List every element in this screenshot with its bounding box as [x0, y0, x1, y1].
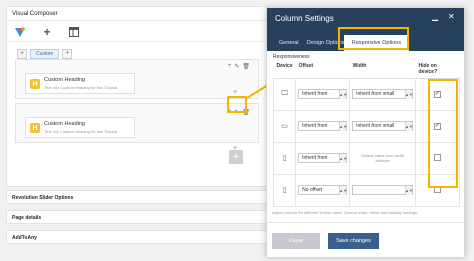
tab-general[interactable]: General: [275, 35, 303, 51]
offset-value: Inherit from: [302, 91, 328, 97]
modal-title: Column Settings: [275, 14, 334, 23]
column-header-hide: Hide on device?: [415, 61, 460, 79]
column-header-device: Device: [273, 61, 296, 79]
offset-select[interactable]: Inherit from ▲▼: [298, 153, 348, 163]
width-select[interactable]: ▲▼: [352, 185, 414, 195]
modal-footer: Close Save changes: [267, 222, 464, 257]
width-select[interactable]: Inherit from small ▲▼: [352, 89, 414, 99]
save-changes-button[interactable]: Save changes: [328, 233, 379, 249]
close-icon[interactable]: ✕: [448, 12, 455, 21]
column-header-offset: Offset: [295, 61, 350, 79]
offset-value: No offset: [302, 187, 323, 193]
column-header-width: Width: [349, 61, 416, 79]
chevron-down-icon: ▲▼: [339, 185, 348, 195]
responsive-tab-highlight: [338, 27, 409, 50]
width-value: Inherit from small: [356, 91, 395, 97]
chevron-down-icon: ▲▼: [405, 89, 413, 99]
chevron-down-icon: ▲▼: [339, 121, 348, 131]
tablet-landscape-icon: ▭: [281, 123, 288, 130]
offset-value: Inherit from: [302, 123, 328, 129]
chevron-down-icon: ▲▼: [405, 121, 413, 131]
chevron-down-icon: ▲▼: [339, 89, 348, 99]
hide-column-highlight: [428, 79, 458, 188]
tablet-portrait-icon: ▯: [282, 155, 287, 162]
screenshot-stage: Visual Composer + + Custom + + ✎ 🗑 H Cus…: [0, 0, 474, 261]
close-button[interactable]: Close: [272, 233, 320, 249]
minimize-icon[interactable]: ▁: [432, 12, 438, 21]
offset-select[interactable]: Inherit from ▲▼: [298, 121, 348, 131]
offset-value: Inherit from: [302, 155, 328, 161]
table-header-row: Device Offset Width Hide on device?: [273, 61, 460, 79]
chevron-down-icon: ▲▼: [339, 153, 348, 163]
width-value: Inherit from small: [356, 123, 395, 129]
width-default-note: Default value from width attribute: [361, 153, 404, 163]
width-select[interactable]: Inherit from small ▲▼: [352, 121, 414, 131]
phone-icon: ▯: [282, 187, 287, 194]
offset-select[interactable]: Inherit from ▲▼: [298, 89, 348, 99]
help-text: Adjust column for different screen sizes…: [272, 210, 419, 215]
section-label: Responsiveness: [273, 54, 310, 60]
desktop-icon: 🖵: [281, 90, 288, 97]
chevron-down-icon: ▲▼: [405, 185, 413, 195]
offset-select[interactable]: No offset ▲▼: [298, 185, 348, 195]
